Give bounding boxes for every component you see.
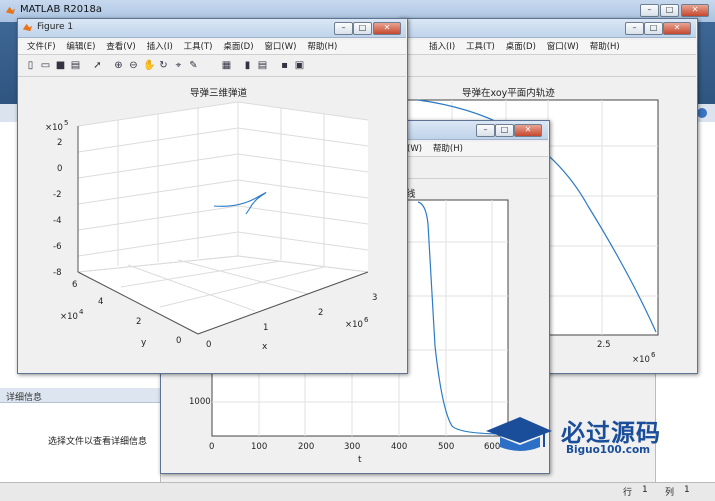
figure1-ztick-neg6: -6 (53, 242, 62, 252)
figure1-maximize-button[interactable]: □ (353, 22, 372, 35)
matlab-minimize-button[interactable]: – (640, 4, 659, 17)
matlab-window-title: MATLAB R2018a (20, 4, 103, 15)
detail-panel-title: 详细信息 (6, 393, 43, 403)
figure3-xtick-400: 400 (391, 442, 408, 452)
figure1-title: Figure 1 (37, 22, 74, 32)
figure3-minimize-button[interactable]: – (476, 124, 495, 137)
figure2-close-button[interactable]: ✕ (663, 22, 691, 35)
zoom-out-icon[interactable]: ⊖ (128, 60, 139, 71)
matlab-logo-icon (5, 6, 16, 15)
search-icon[interactable] (697, 108, 707, 118)
status-col-label: 列 (665, 488, 675, 498)
figure1-x-exponent-base: ×10 (345, 320, 363, 330)
figure1-ztick-neg2: -2 (53, 190, 62, 200)
figure1-menu-insert[interactable]: 插入(I) (147, 40, 173, 55)
figure2-menu-window[interactable]: 窗口(W) (547, 40, 579, 55)
figure1-ytick-2: 2 (136, 317, 142, 327)
figure2-menu-help[interactable]: 帮助(H) (590, 40, 620, 55)
hide-plot-tools-icon[interactable]: ▪ (279, 60, 290, 71)
biguo-logo-icon (486, 417, 552, 451)
matlab-maximize-button[interactable]: □ (660, 4, 679, 17)
figure3-xlabel: t (358, 455, 362, 465)
figure1-z-exponent: 5 (64, 119, 69, 127)
figure1-ztick-neg8: -8 (53, 268, 62, 278)
figure1-3d-axes (76, 101, 369, 335)
show-plot-tools-icon[interactable]: ▣ (294, 60, 305, 71)
figure3-xtick-500: 500 (438, 442, 455, 452)
watermark-url-text: Biguo100.com (566, 444, 651, 456)
figure1-xtick-2: 2 (318, 308, 324, 318)
figure2-menu-insert[interactable]: 插入(I) (429, 40, 455, 55)
figure3-maximize-button[interactable]: □ (495, 124, 514, 137)
figure2-menubar: 插入(I) 工具(T) 桌面(D) 窗口(W) 帮助(H) (399, 40, 696, 55)
status-row-label: 行 (623, 488, 633, 498)
figure2-xtick-2.5: 2.5 (597, 340, 611, 350)
rotate-icon[interactable]: ↻ (158, 60, 169, 71)
figure1-y-exponent-base: ×10 (60, 312, 78, 322)
status-row-value: 1 (642, 485, 648, 495)
figure2-toolbar (399, 56, 696, 77)
figure1-xtick-3: 3 (372, 293, 378, 303)
figure1-xtick-1: 1 (263, 323, 269, 333)
data-cursor-icon[interactable]: ⌖ (173, 60, 184, 71)
figure1-ytick-4: 4 (98, 297, 104, 307)
figure3-menu-window[interactable]: (W) (407, 142, 422, 157)
figure1-menu-window[interactable]: 窗口(W) (264, 40, 296, 55)
status-col-value: 1 (684, 485, 690, 495)
figure1-ztick-neg4: -4 (53, 216, 62, 226)
figure3-xtick-300: 300 (344, 442, 361, 452)
link-plot-icon[interactable]: ▦ (221, 60, 232, 71)
figure1-xlabel: x (262, 342, 268, 352)
figure1-y-exponent: 4 (79, 308, 84, 316)
status-bar (0, 482, 715, 501)
figure2-x-exponent-base: ×10 (632, 355, 650, 365)
figure1-menu-tools[interactable]: 工具(T) (184, 40, 213, 55)
figure1-menu-desktop[interactable]: 桌面(D) (223, 40, 253, 55)
figure3-xtick-0: 0 (209, 442, 215, 452)
figure2-x-exponent: 6 (651, 351, 656, 359)
watermark-chinese-text: 必过源码 (561, 419, 661, 447)
figure1-xtick-0: 0 (206, 340, 212, 350)
figure1-close-button[interactable]: ✕ (373, 22, 401, 35)
figure2-maximize-button[interactable]: □ (644, 22, 663, 35)
figure1-menu-edit[interactable]: 编辑(E) (66, 40, 95, 55)
figure1-logo-icon (22, 23, 33, 32)
figure1-toolbar: ▯ ▭ ■ ▤ ➚ ⊕ ⊖ ✋ ↻ ⌖ ✎ ▦ ▮ ▤ ▪ ▣ (18, 56, 406, 77)
legend-icon[interactable]: ▤ (257, 60, 268, 71)
colorbar-icon[interactable]: ▮ (242, 60, 253, 71)
figure3-xtick-100: 100 (251, 442, 268, 452)
figure3-menu-help[interactable]: 帮助(H) (433, 142, 463, 157)
save-icon[interactable]: ■ (55, 60, 66, 71)
figure1-x-exponent: 6 (364, 316, 369, 324)
figure1-menubar: 文件(F) 编辑(E) 查看(V) 插入(I) 工具(T) 桌面(D) 窗口(W… (18, 40, 406, 55)
figure1-ztick-0: 0 (57, 164, 63, 174)
figure2-minimize-button[interactable]: – (625, 22, 644, 35)
figure1-minimize-button[interactable]: – (334, 22, 353, 35)
figure1-z-exponent-base: ×10 (45, 123, 63, 133)
figure3-xtick-200: 200 (298, 442, 315, 452)
figure2-menu-tools[interactable]: 工具(T) (466, 40, 495, 55)
pointer-icon[interactable]: ➚ (92, 60, 103, 71)
brush-icon[interactable]: ✎ (188, 60, 199, 71)
figure1-ytick-0: 0 (176, 336, 182, 346)
zoom-in-icon[interactable]: ⊕ (113, 60, 124, 71)
matlab-close-button[interactable]: ✕ (681, 4, 709, 17)
figure1-ytick-6: 6 (72, 280, 78, 290)
figure1-menu-file[interactable]: 文件(F) (27, 40, 56, 55)
detail-panel-message: 选择文件以查看详细信息 (48, 437, 148, 447)
figure3-close-button[interactable]: ✕ (514, 124, 542, 137)
figure1-menu-help[interactable]: 帮助(H) (307, 40, 337, 55)
figure1-ylabel: y (141, 338, 147, 348)
figure1-menu-view[interactable]: 查看(V) (106, 40, 135, 55)
figure3-ytick-1000: 1000 (189, 397, 211, 407)
open-file-icon[interactable]: ▭ (40, 60, 51, 71)
figure1-ztick-2: 2 (57, 138, 63, 148)
pan-icon[interactable]: ✋ (143, 60, 155, 71)
new-figure-icon[interactable]: ▯ (25, 60, 36, 71)
figure2-menu-desktop[interactable]: 桌面(D) (506, 40, 536, 55)
print-icon[interactable]: ▤ (70, 60, 81, 71)
